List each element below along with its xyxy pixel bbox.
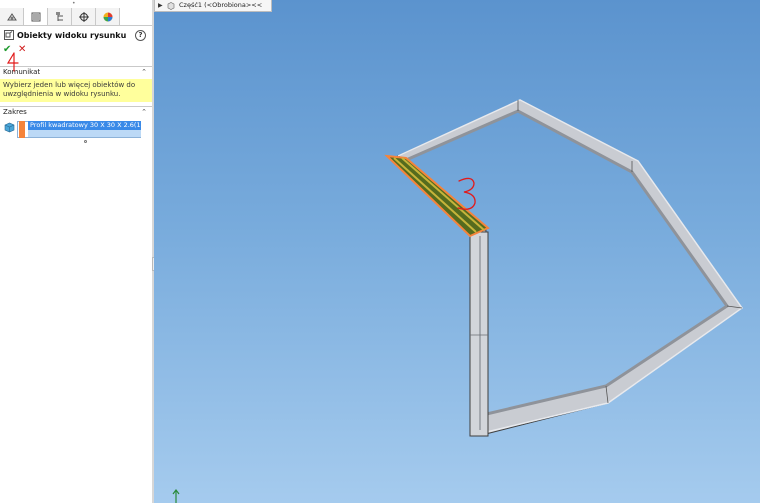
panel-drag-handle[interactable]: • (72, 0, 76, 7)
tab-feature-manager[interactable] (0, 8, 24, 25)
scope-section-label: Zakres (3, 108, 27, 116)
breadcrumb-part-label: Część1 (<Obrobiona><< (179, 1, 263, 9)
graphics-area[interactable] (154, 0, 760, 503)
tab-dimxpert-manager[interactable] (72, 8, 96, 25)
message-text: Wybierz jeden lub więcej obiektów do uwz… (0, 79, 152, 102)
tab-property-manager[interactable] (24, 8, 48, 25)
list-item-selected[interactable]: Profil kwadratowy 30 X 30 X 2.6(1)[1] (28, 121, 141, 130)
dimxpert-icon (78, 11, 89, 22)
selection-color-swatch (19, 121, 25, 138)
message-section-header[interactable]: Komunikat ⌃ (0, 66, 152, 78)
chevron-up-icon[interactable]: ⌃ (141, 68, 147, 76)
page-title: Obiekty widoku rysunku (17, 30, 127, 40)
feature-manager-icon (6, 12, 17, 20)
display-manager-icon (103, 12, 112, 21)
drawing-view-icon (4, 30, 14, 40)
origin-triad-icon (172, 489, 180, 503)
property-manager-header: Obiekty widoku rysunku ? (0, 28, 152, 42)
part-icon (167, 2, 175, 10)
expand-arrow-icon[interactable]: ▶ (158, 0, 163, 11)
frame-model[interactable] (396, 99, 744, 437)
help-button[interactable]: ? (135, 30, 146, 41)
handwritten-annotation-4 (6, 52, 19, 72)
model-view[interactable] (154, 0, 760, 503)
scope-section-header[interactable]: Zakres ⌃ (0, 106, 152, 118)
tab-display-manager[interactable] (96, 8, 120, 25)
property-manager-panel: • Obiekty widoku rysunku ? ✔ ✕ Komunikat… (0, 0, 152, 503)
body-icon (4, 122, 15, 133)
manager-tabs (0, 8, 152, 26)
tab-configuration-manager[interactable] (48, 8, 72, 25)
configuration-manager-icon (55, 11, 63, 21)
list-resize-handle[interactable] (84, 140, 87, 143)
chevron-up-icon[interactable]: ⌃ (141, 108, 147, 116)
property-manager-icon (31, 12, 40, 21)
list-item-empty[interactable] (28, 130, 141, 137)
breadcrumb[interactable]: ▶ Część1 (<Obrobiona><< (154, 0, 272, 12)
